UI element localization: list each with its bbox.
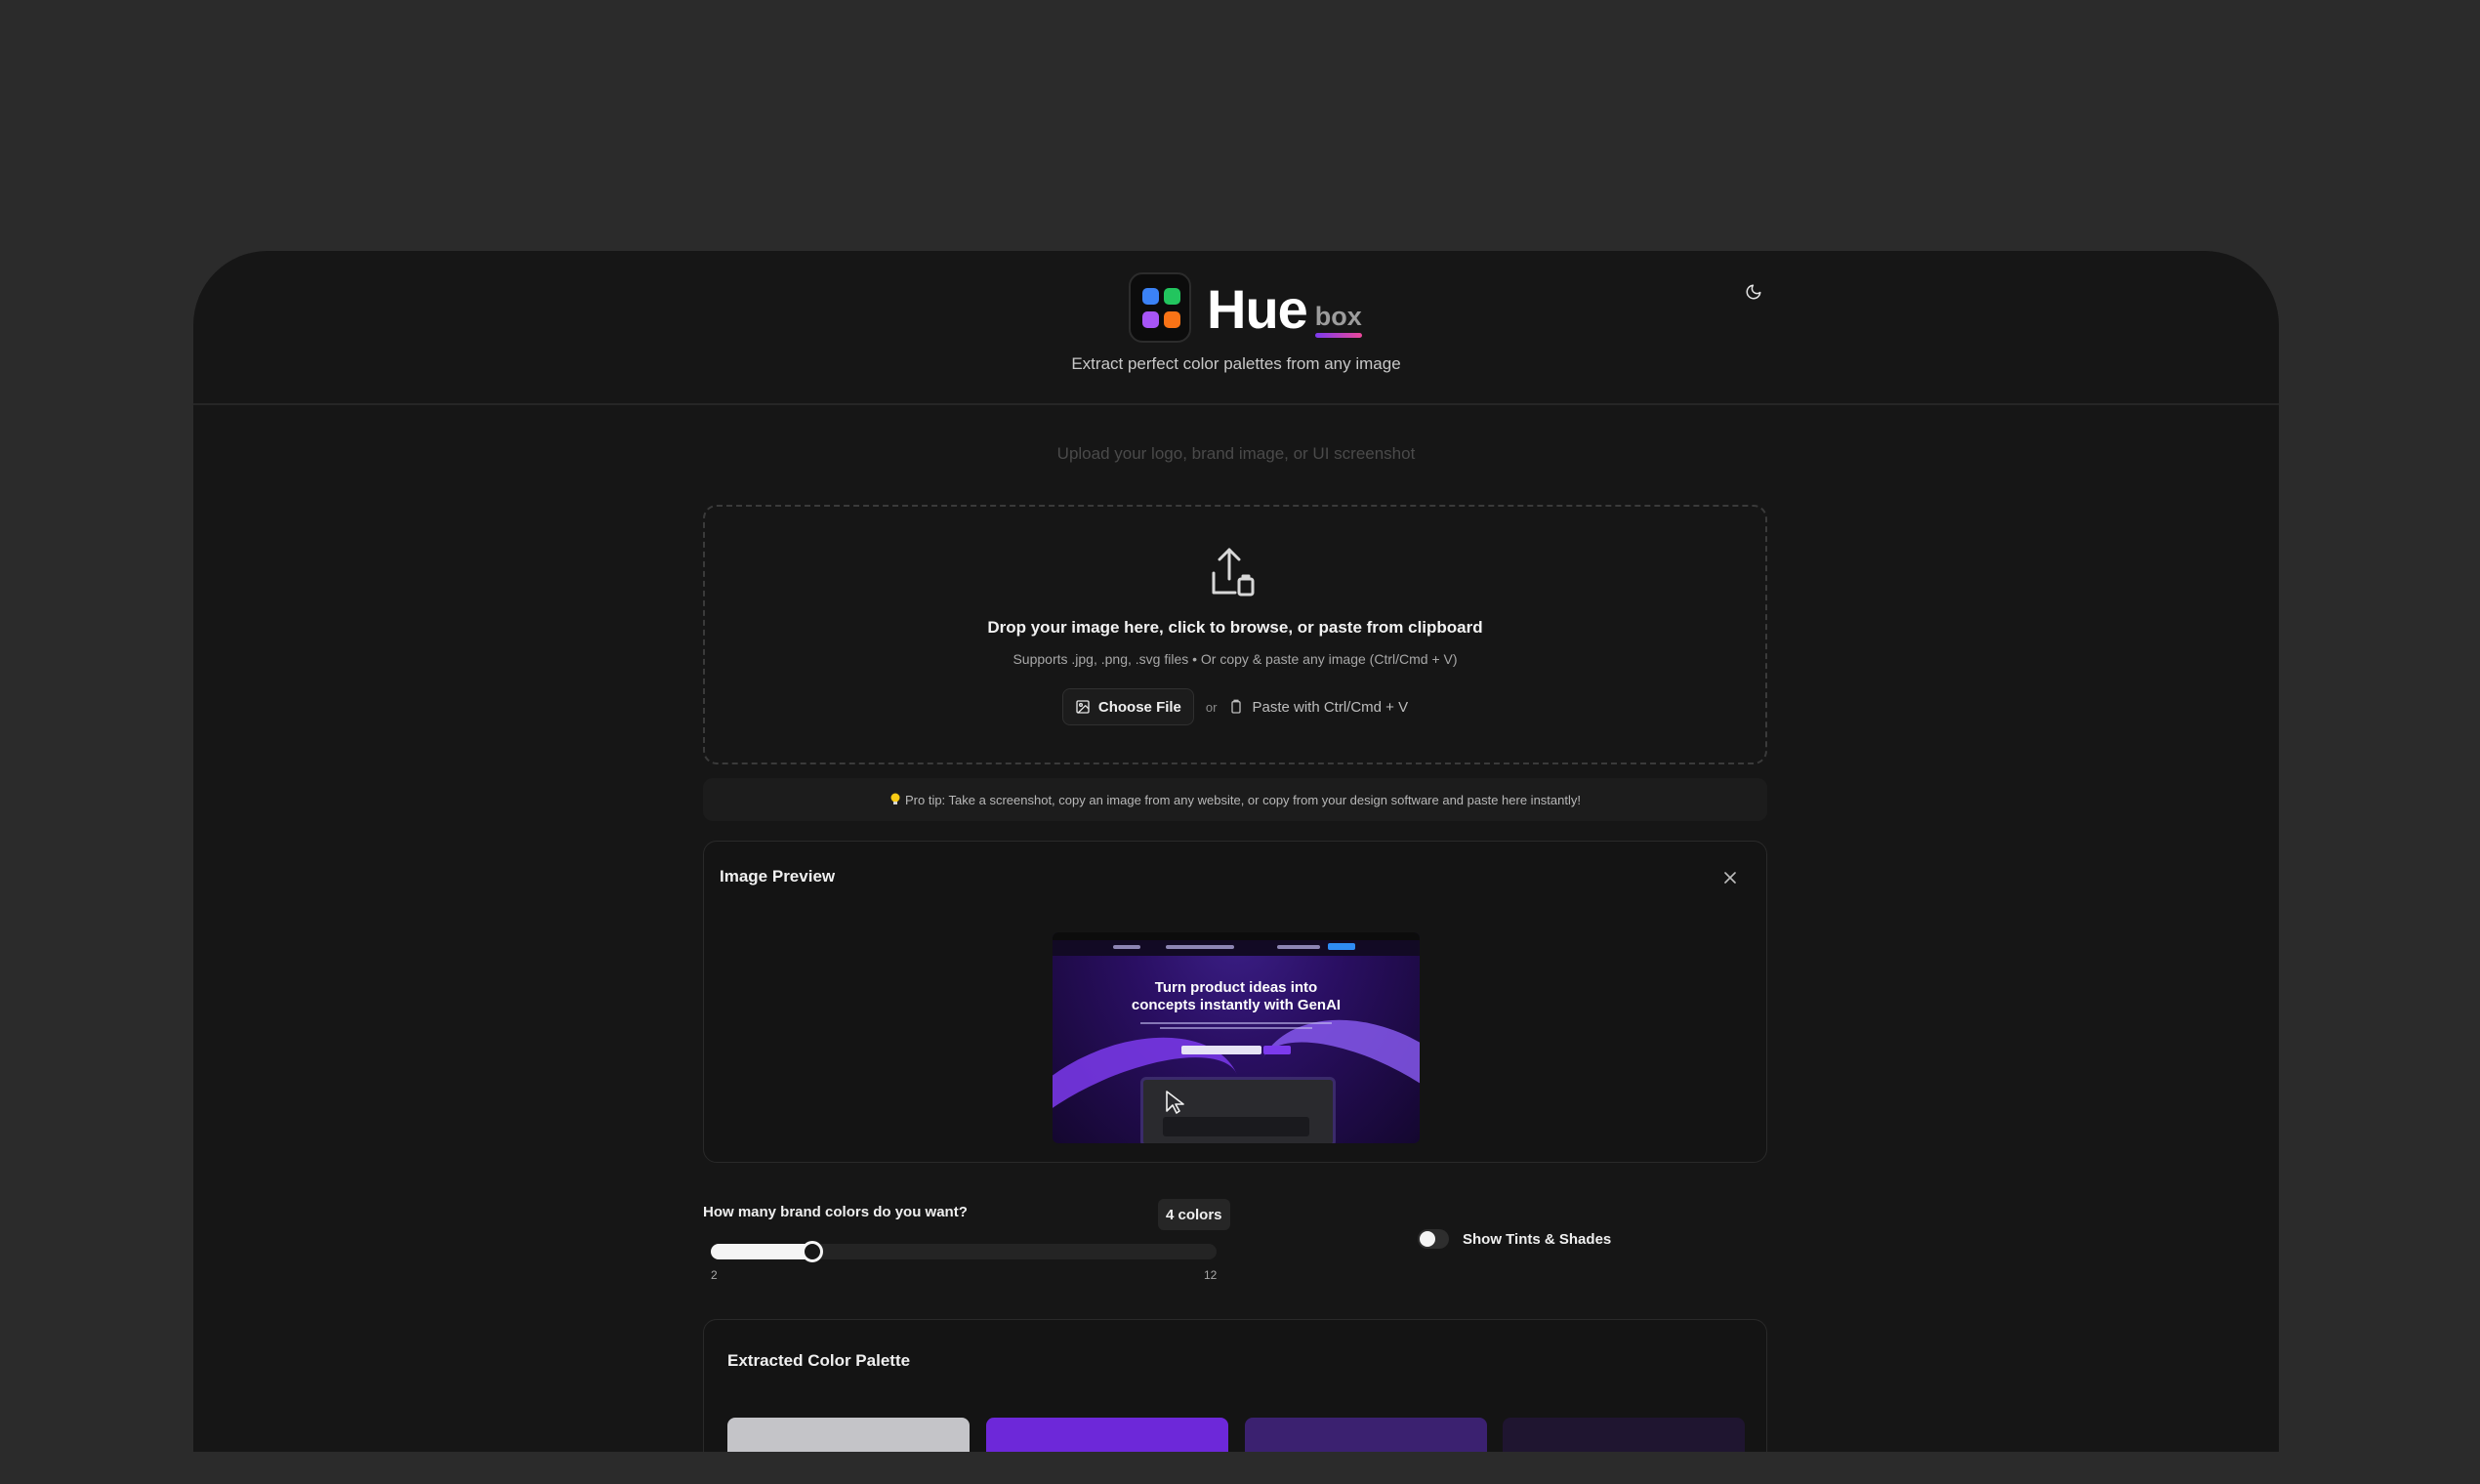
preview-input <box>1181 1046 1261 1054</box>
brand-suffix-text: box <box>1314 302 1362 331</box>
preview-button <box>1263 1046 1291 1054</box>
brand-name: Hue <box>1207 278 1308 340</box>
tints-shades-toggle[interactable] <box>1418 1229 1449 1249</box>
slider-thumb[interactable] <box>802 1241 823 1262</box>
choose-file-label: Choose File <box>1097 698 1181 716</box>
pro-tip-text: Pro tip: Take a screenshot, copy an imag… <box>904 792 1581 807</box>
upload-icon <box>1212 548 1255 597</box>
or-separator: or <box>1205 699 1218 715</box>
preview-nav-logo <box>1113 945 1140 949</box>
pro-tip-banner: Pro tip: Take a screenshot, copy an imag… <box>703 778 1767 821</box>
app-header: Hue box Extract perfect color palettes f… <box>193 251 2279 405</box>
logo-dot-blue <box>1142 288 1159 305</box>
color-swatch[interactable] <box>1503 1418 1745 1452</box>
upload-hint: Upload your logo, brand image, or UI scr… <box>1056 444 1416 463</box>
logo-dot-orange <box>1164 311 1180 328</box>
extracted-palette-card: Extracted Color Palette <box>703 1319 1767 1452</box>
close-preview-button[interactable] <box>1723 871 1737 885</box>
close-icon <box>1724 872 1736 884</box>
clipboard-icon <box>1231 699 1242 714</box>
toggle-knob <box>1420 1231 1435 1247</box>
paste-hint: Paste with Ctrl/Cmd + V <box>1228 699 1408 716</box>
paste-label: Paste with Ctrl/Cmd + V <box>1252 698 1409 716</box>
preview-heading-line2: concepts instantly with GenAI <box>1131 997 1342 1013</box>
color-count-badge: 4 colors <box>1158 1199 1230 1230</box>
logo-grid-icon <box>1129 272 1191 343</box>
brand-suffix: box <box>1314 302 1362 338</box>
preview-navbar <box>1053 940 1420 956</box>
color-count-label: How many brand colors do you want? <box>703 1204 968 1220</box>
dropzone-subtitle: Supports .jpg, .png, .svg files • Or cop… <box>1013 651 1458 667</box>
preview-heading-line1: Turn product ideas into <box>1154 979 1318 996</box>
preview-nav-links <box>1166 945 1234 949</box>
tints-shades-toggle-row: Show Tints & Shades <box>1418 1229 1611 1249</box>
app-window: Hue box Extract perfect color palettes f… <box>193 251 2279 1452</box>
preview-nav-cta <box>1328 943 1355 950</box>
uploaded-image-preview: Turn product ideas into concepts instant… <box>1053 932 1420 1143</box>
dropzone-title: Drop your image here, click to browse, o… <box>987 618 1483 637</box>
preview-title: Image Preview <box>720 867 836 886</box>
cursor-icon <box>1166 1091 1184 1114</box>
image-dropzone[interactable]: Drop your image here, click to browse, o… <box>703 505 1767 764</box>
color-swatch[interactable] <box>727 1418 970 1452</box>
choose-file-button[interactable]: Choose File <box>1061 688 1194 725</box>
image-icon <box>1076 700 1090 714</box>
tagline: Extract perfect color palettes from any … <box>1071 354 1401 373</box>
image-preview-card: Image Preview Turn product ideas into co… <box>703 841 1767 1163</box>
color-count-slider[interactable] <box>711 1241 1217 1262</box>
preview-nav-actions <box>1277 945 1320 949</box>
tints-shades-label: Show Tints & Shades <box>1463 1230 1612 1248</box>
brand-underline <box>1314 333 1362 338</box>
slider-min-label: 2 <box>711 1268 718 1282</box>
lightbulb-icon <box>890 793 900 804</box>
preview-announcement-bar <box>1053 932 1420 940</box>
theme-toggle-button[interactable] <box>1742 280 1765 304</box>
color-swatch[interactable] <box>1245 1418 1487 1452</box>
moon-icon <box>1746 284 1761 300</box>
logo-dot-purple <box>1142 311 1159 328</box>
slider-max-label: 12 <box>1204 1268 1218 1282</box>
brand-logo[interactable]: Hue box <box>1129 272 1362 347</box>
dropzone-actions: Choose File or Paste with Ctrl/Cmd + V <box>705 688 1765 725</box>
preview-panel <box>1140 1077 1336 1143</box>
preview-panel-bar <box>1163 1117 1309 1136</box>
palette-title: Extracted Color Palette <box>727 1351 911 1370</box>
color-swatch[interactable] <box>986 1418 1228 1452</box>
preview-paragraph <box>1140 1022 1332 1032</box>
logo-dot-green <box>1164 288 1180 305</box>
